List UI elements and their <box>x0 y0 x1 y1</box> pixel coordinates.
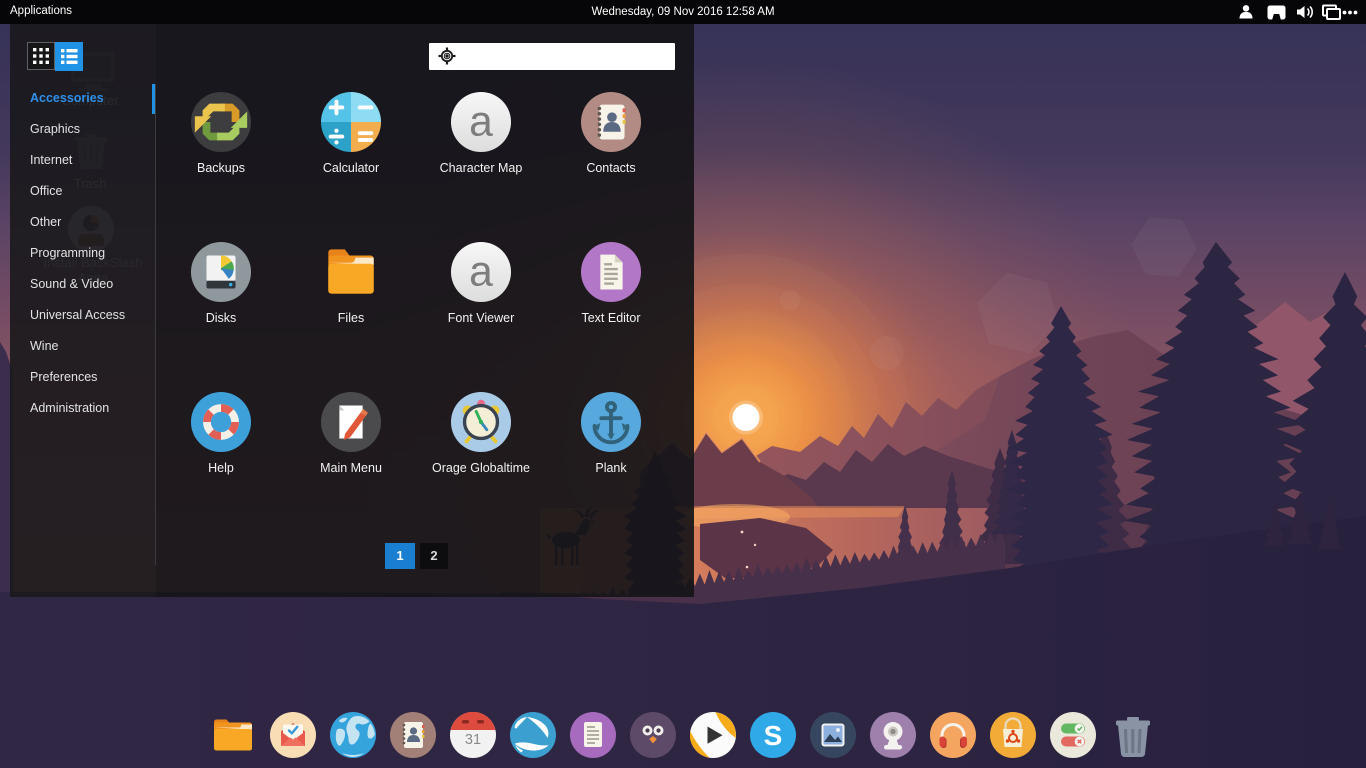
svg-text:a: a <box>469 98 493 146</box>
svg-text:a: a <box>469 248 493 296</box>
svg-text:S: S <box>764 720 783 751</box>
svg-text:31: 31 <box>465 732 481 748</box>
